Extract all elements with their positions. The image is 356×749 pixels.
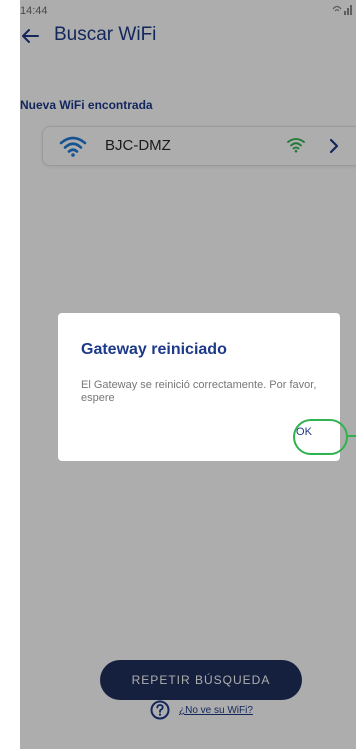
dialog-title: Gateway reiniciado xyxy=(81,341,227,358)
app-screen: 14:44 Buscar WiFi Nueva WiFi encontrada xyxy=(20,0,356,749)
annotation-highlight xyxy=(293,419,348,455)
dialog-message: El Gateway se reinició correctamente. Po… xyxy=(81,379,317,404)
annotation-pointer-line xyxy=(348,435,356,437)
